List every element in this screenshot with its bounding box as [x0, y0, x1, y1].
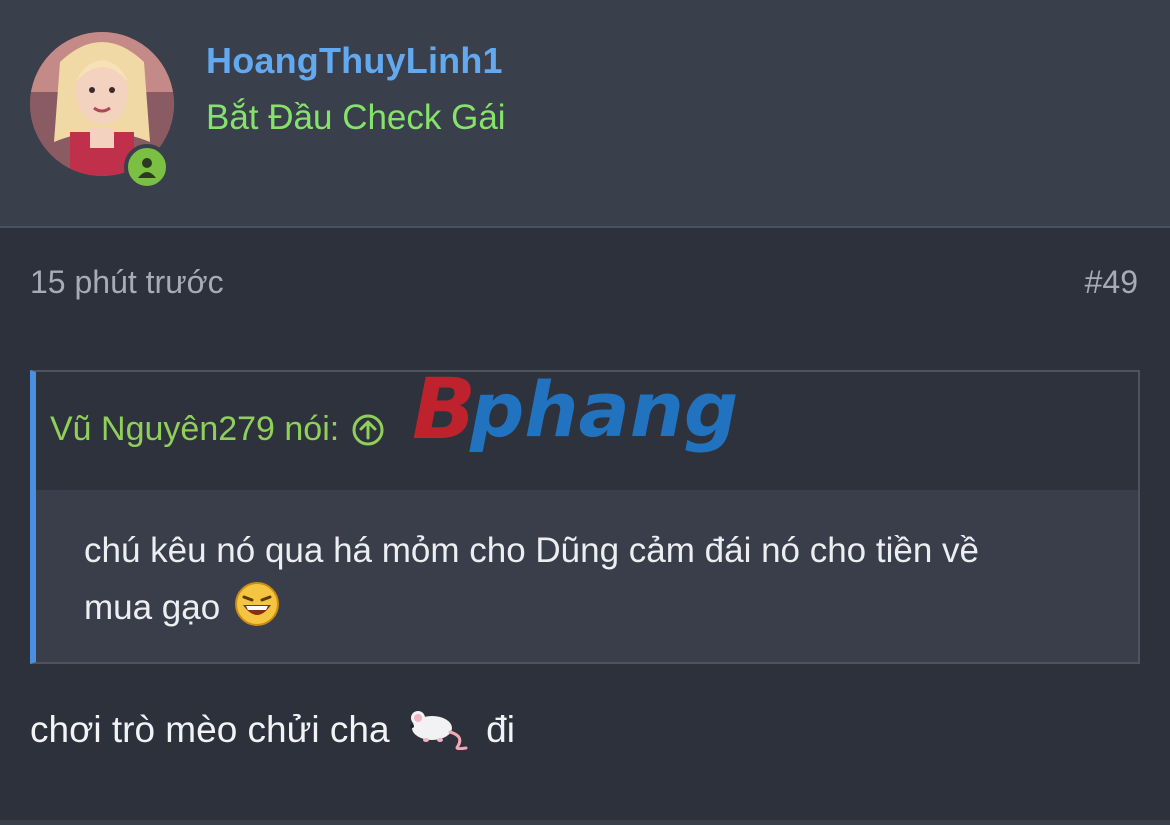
laughing-emoji-icon — [234, 581, 280, 627]
user-online-icon — [124, 144, 170, 190]
post-number-link[interactable]: #49 — [1085, 264, 1138, 301]
quote-author[interactable]: Vũ Nguyên279 nói: — [50, 410, 385, 449]
username-link[interactable]: HoangThuyLinh1 — [206, 40, 503, 82]
post-body-text: chơi trò mèo chửi cha — [30, 709, 390, 750]
mouse-emoji-icon — [406, 706, 470, 751]
post-body: chơi trò mèo chửi cha đi — [30, 706, 515, 751]
quote-author-label[interactable]: Vũ Nguyên279 nói: — [50, 410, 339, 449]
post-timestamp[interactable]: 15 phút trước — [30, 264, 224, 301]
divider — [0, 820, 1170, 825]
quote-line-1: chú kêu nó qua há mỏm cho Dũng cảm đái n… — [84, 531, 979, 570]
user-title: Bắt Đầu Check Gái — [206, 98, 506, 137]
user-header: HoangThuyLinh1 Bắt Đầu Check Gái — [0, 0, 1170, 228]
arrow-up-circle-icon[interactable] — [351, 413, 385, 447]
quote-line-2: mua gạo — [84, 588, 221, 627]
quote-content: chú kêu nó qua há mỏm cho Dũng cảm đái n… — [84, 522, 1114, 636]
post-page: HoangThuyLinh1 Bắt Đầu Check Gái 15 phút… — [0, 0, 1170, 825]
post-body-text-end: đi — [486, 709, 515, 750]
